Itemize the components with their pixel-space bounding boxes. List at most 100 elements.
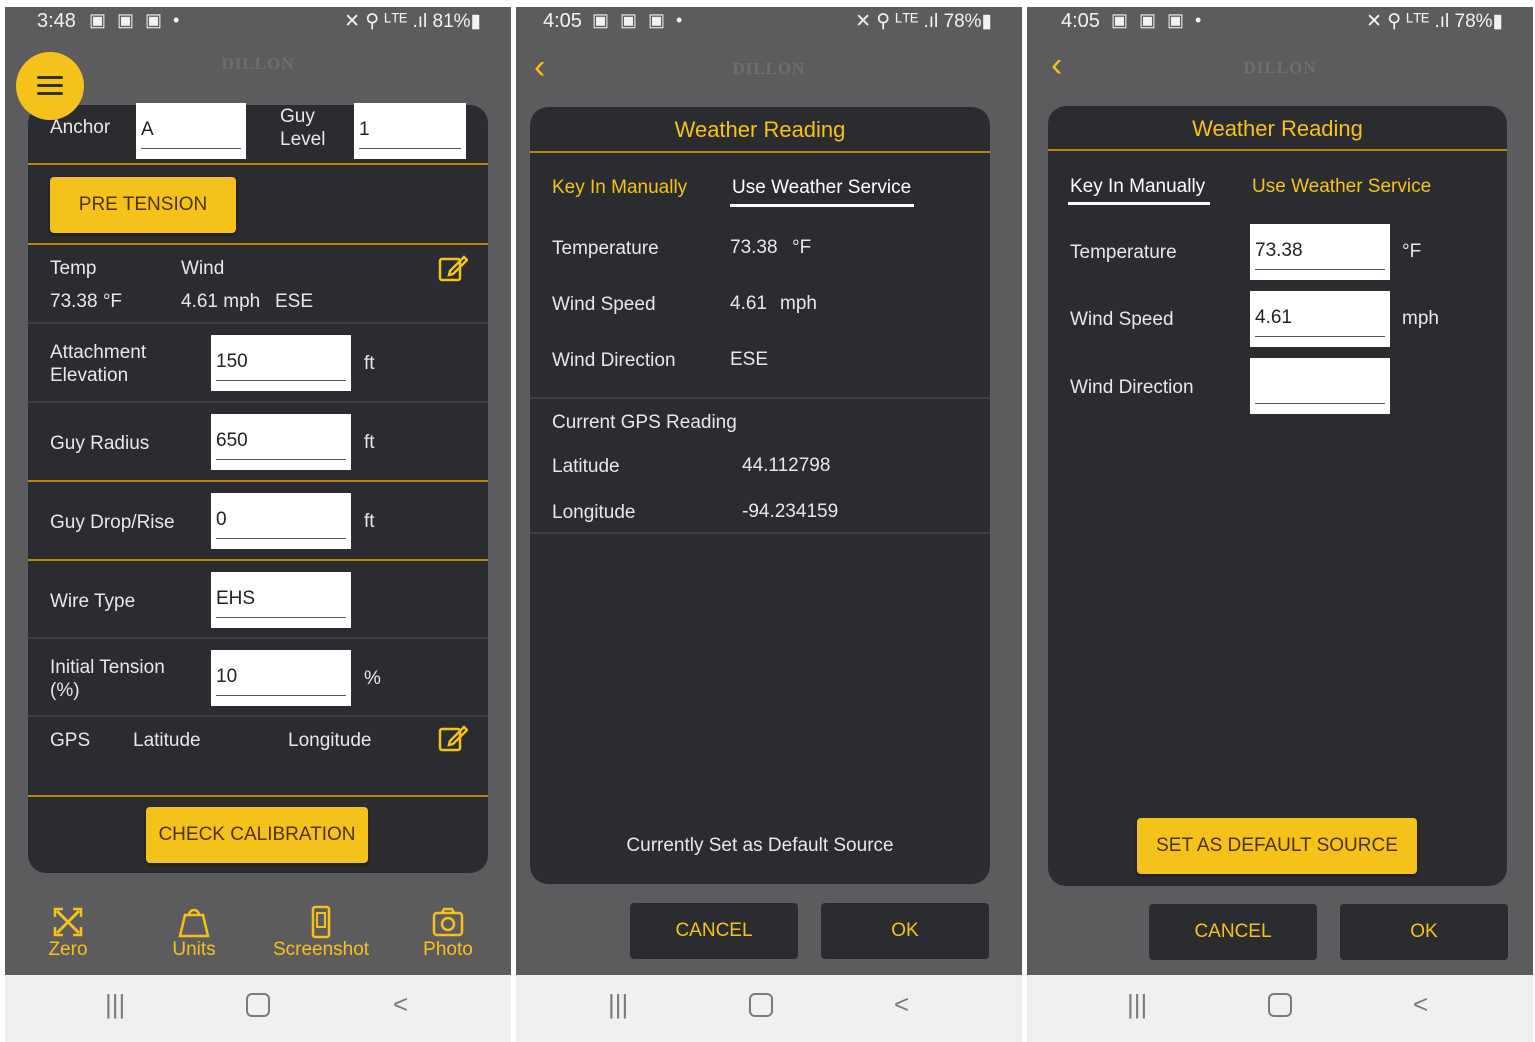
- divider: [28, 559, 488, 561]
- screenshot-icon: [311, 905, 331, 939]
- hamburger-icon: [37, 76, 63, 79]
- nav-units-label: Units: [172, 939, 216, 960]
- nav-photo[interactable]: Photo: [393, 897, 503, 961]
- guy-drop-rise-input[interactable]: 0: [211, 493, 351, 549]
- status-time: 3:48: [37, 10, 76, 32]
- attachment-elevation-unit: ft: [364, 353, 375, 374]
- wind-speed-label: Wind Speed: [1070, 309, 1174, 330]
- cancel-button[interactable]: CANCEL: [1149, 904, 1317, 960]
- wire-type-input[interactable]: EHS: [211, 572, 351, 628]
- edit-gps-icon[interactable]: [438, 723, 468, 753]
- phone-screen-weather-service: 4:05 ▣ ▣ ▣ • ✕ ⚲ ᴸᵀᴱ .ıl 78%▮ ‹ DILLON W…: [516, 7, 1022, 1042]
- latitude-label: Latitude: [552, 456, 620, 477]
- system-navigation-bar: ||| <: [1027, 975, 1533, 1042]
- home-button[interactable]: [749, 993, 773, 1017]
- brand-logo: DILLON: [1243, 58, 1317, 77]
- guy-drop-rise-label: Guy Drop/Rise: [50, 512, 175, 533]
- nav-zero-label: Zero: [48, 939, 88, 960]
- anchor-input[interactable]: A: [136, 103, 246, 159]
- system-status-icons: ✕ ⚲ ᴸᵀᴱ .ıl 78%▮: [855, 11, 992, 32]
- system-back-button[interactable]: <: [894, 989, 909, 1020]
- default-source-note: Currently Set as Default Source: [626, 835, 894, 856]
- temperature-label: Temperature: [552, 238, 659, 259]
- cancel-button[interactable]: CANCEL: [630, 903, 798, 959]
- system-back-button[interactable]: <: [393, 989, 408, 1020]
- temp-label: Temp: [50, 258, 97, 279]
- phone-screen-calibration: 3:48 ▣ ▣ ▣ • ✕ ⚲ ᴸᵀᴱ .ıl 81%▮ DILLON Anc…: [5, 7, 511, 1042]
- initial-tension-input[interactable]: 10: [211, 650, 351, 706]
- guy-drop-rise-value: 0: [216, 509, 227, 530]
- nav-photo-label: Photo: [423, 939, 473, 960]
- status-bar: 4:05 ▣ ▣ ▣ • ✕ ⚲ ᴸᵀᴱ .ıl 78%▮: [516, 7, 1022, 47]
- temp-value: 73.38 °F: [50, 291, 123, 312]
- divider: [28, 401, 488, 403]
- recent-apps-button[interactable]: |||: [105, 989, 125, 1020]
- wind-direction-label: Wind Direction: [552, 350, 676, 371]
- status-bar: 3:48 ▣ ▣ ▣ • ✕ ⚲ ᴸᵀᴱ .ıl 81%▮: [5, 7, 511, 47]
- system-status-icons: ✕ ⚲ ᴸᵀᴱ .ıl 78%▮: [1366, 11, 1503, 32]
- nav-zero[interactable]: Zero: [13, 897, 123, 961]
- wind-direction-value: ESE: [730, 349, 769, 370]
- recent-apps-button[interactable]: |||: [608, 989, 628, 1020]
- notification-icons: ▣ ▣ ▣ •: [1111, 10, 1205, 30]
- divider: [1048, 149, 1507, 151]
- tab-use-weather-service[interactable]: Use Weather Service: [732, 177, 911, 199]
- ok-button[interactable]: OK: [1340, 904, 1508, 960]
- divider: [28, 715, 488, 717]
- initial-tension-label: Initial Tension (%): [50, 657, 165, 701]
- guy-radius-unit: ft: [364, 432, 375, 453]
- guy-level-label: Guy Level: [280, 106, 326, 150]
- guy-level-value: 1: [359, 119, 370, 140]
- weather-reading-card: Weather Reading Key In Manually Use Weat…: [1048, 106, 1507, 886]
- nav-screenshot[interactable]: Screenshot: [266, 897, 376, 961]
- system-navigation-bar: ||| <: [5, 975, 511, 1042]
- active-tab-indicator: [730, 204, 914, 207]
- anchor-value: A: [141, 119, 154, 140]
- wire-type-value: EHS: [216, 588, 256, 609]
- divider: [28, 637, 488, 639]
- hamburger-icon-bar: [37, 92, 63, 95]
- pre-tension-button[interactable]: PRE TENSION: [50, 177, 236, 233]
- longitude-label: Longitude: [552, 502, 636, 523]
- tab-key-in-manually[interactable]: Key In Manually: [1070, 176, 1205, 198]
- tab-key-in-manually[interactable]: Key In Manually: [552, 177, 687, 199]
- home-button[interactable]: [246, 993, 270, 1017]
- status-time: 4:05: [1061, 10, 1100, 32]
- ok-button[interactable]: OK: [821, 903, 989, 959]
- system-back-button[interactable]: <: [1413, 989, 1428, 1020]
- notification-icons: ▣ ▣ ▣ •: [89, 10, 183, 30]
- tab-use-weather-service[interactable]: Use Weather Service: [1252, 176, 1431, 198]
- wind-label: Wind: [181, 258, 225, 279]
- set-as-default-source-button[interactable]: SET AS DEFAULT SOURCE: [1137, 818, 1417, 874]
- wind-speed-value: 4.61: [730, 293, 767, 314]
- recent-apps-button[interactable]: |||: [1127, 989, 1147, 1020]
- nav-screenshot-label: Screenshot: [272, 939, 370, 960]
- wind-value: 4.61 mph: [181, 291, 261, 312]
- nav-units[interactable]: Units: [139, 897, 249, 961]
- divider: [530, 397, 990, 399]
- status-bar: 4:05 ▣ ▣ ▣ • ✕ ⚲ ᴸᵀᴱ .ıl 78%▮: [1027, 7, 1533, 47]
- guy-radius-input[interactable]: 650: [211, 414, 351, 470]
- wind-direction-input[interactable]: [1250, 358, 1390, 414]
- check-calibration-button[interactable]: CHECK CALIBRATION: [146, 807, 368, 863]
- status-time: 4:05: [543, 10, 582, 32]
- home-button[interactable]: [1268, 993, 1292, 1017]
- system-status-icons: ✕ ⚲ ᴸᵀᴱ .ıl 81%▮: [344, 11, 481, 32]
- notification-icons: ▣ ▣ ▣ •: [592, 10, 686, 30]
- temperature-input[interactable]: 73.38: [1250, 224, 1390, 280]
- attachment-elevation-label: Attachment Elevation: [50, 342, 147, 386]
- weather-reading-title: Weather Reading: [674, 117, 846, 142]
- attachment-elevation-input[interactable]: 150: [211, 335, 351, 391]
- brand-logo: DILLON: [732, 59, 806, 78]
- wind-speed-input[interactable]: 4.61: [1250, 291, 1390, 347]
- menu-button[interactable]: [16, 52, 84, 120]
- temperature-unit: °F: [1402, 241, 1422, 262]
- calibration-card: Anchor A Guy Level 1 PRE TENSION Temp Wi…: [28, 103, 488, 873]
- camera-icon: [432, 907, 464, 937]
- latitude-value: 44.112798: [742, 455, 831, 476]
- divider: [28, 322, 488, 324]
- edit-weather-icon[interactable]: [438, 253, 468, 283]
- guy-level-input[interactable]: 1: [354, 103, 466, 159]
- zero-icon: [53, 907, 83, 937]
- divider: [28, 243, 488, 245]
